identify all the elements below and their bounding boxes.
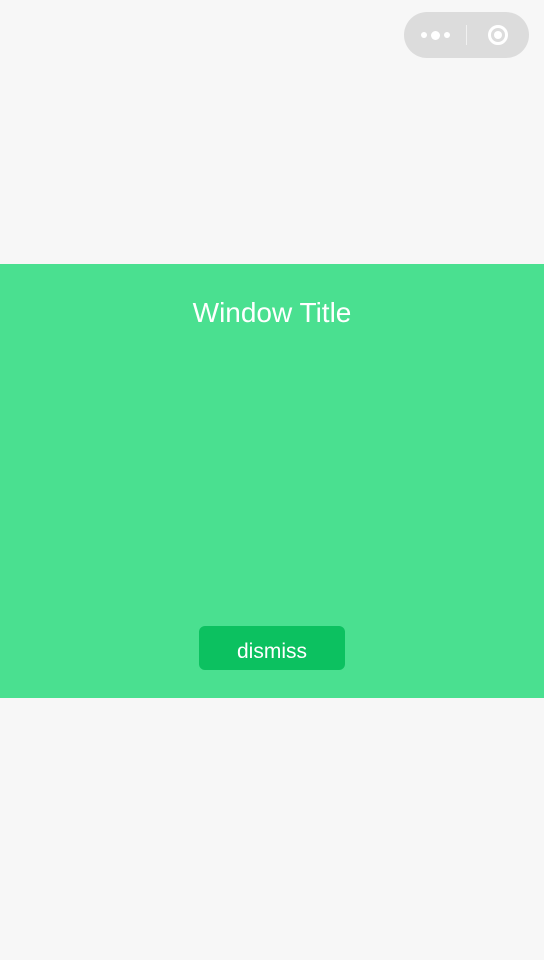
more-dot-right <box>443 32 450 38</box>
close-target-icon <box>488 25 508 45</box>
more-dots-icon <box>420 32 427 38</box>
dismiss-button[interactable]: dismiss <box>199 626 345 670</box>
close-miniprogram-button[interactable] <box>467 12 529 58</box>
page: Window Title dismiss <box>0 0 544 960</box>
window-title: Window Title <box>192 297 352 328</box>
more-button[interactable] <box>404 12 466 58</box>
more-dot-center <box>430 30 440 40</box>
close-target-core <box>494 31 502 39</box>
menu-capsule <box>404 12 529 58</box>
